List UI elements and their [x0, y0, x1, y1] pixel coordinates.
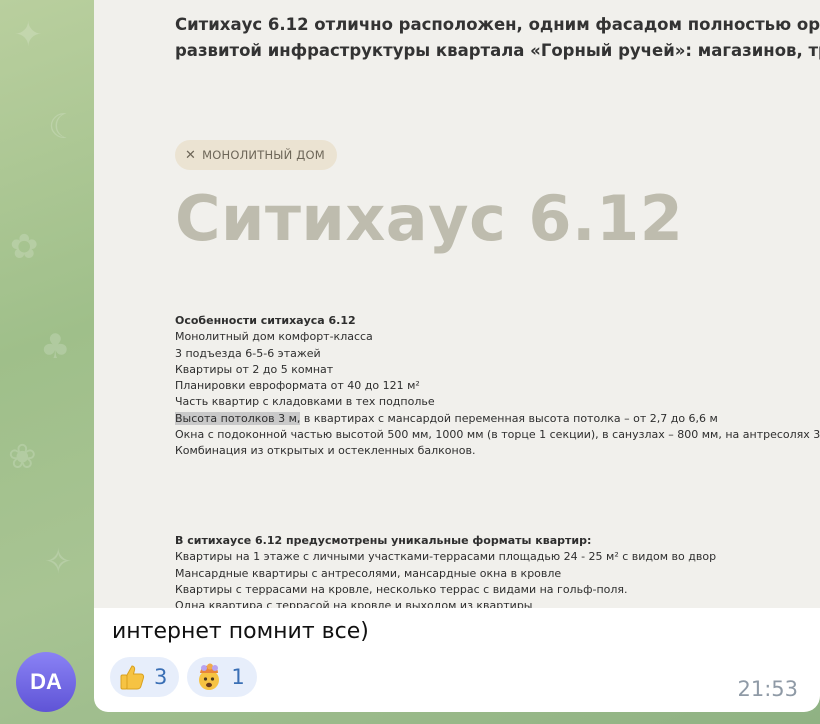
close-x-icon: ✕: [185, 147, 197, 163]
list-item: Мансардные квартиры с антресолями, манса…: [175, 566, 562, 580]
list-item: Квартиры на 1 этаже с личными участками-…: [175, 550, 717, 564]
list-item: Окна с подоконной частью высотой 500 мм,…: [175, 428, 820, 442]
message-time: 21:53: [737, 677, 798, 701]
list-item: Монолитный дом комфорт-класса: [175, 330, 373, 344]
list-item: Планировки евроформата от 40 до 121 м²: [175, 379, 420, 393]
list-item: Часть квартир с кладовками в тех подполь…: [175, 395, 435, 409]
features-heading: Особенности ситихауса 6.12: [175, 314, 356, 327]
wallpaper-doodle: ✦: [14, 15, 43, 55]
formats-heading: В ситихаусе 6.12 предусмотрены уникальны…: [175, 534, 592, 547]
features-list: Особенности ситихауса 6.12 Монолитный до…: [175, 313, 820, 460]
badge-label: МОНОЛИТНЫЙ ДОМ: [202, 148, 325, 162]
exploding-head-icon: [195, 663, 223, 691]
reaction-exploding-head[interactable]: 1: [187, 657, 257, 697]
message-text: интернет помнит все): [112, 619, 369, 644]
list-item: Высота потолков 3 м, в квартирах с манса…: [175, 411, 820, 427]
list-item: Квартиры с террасами на кровле, нескольк…: [175, 582, 628, 596]
reactions-bar: 3 1: [110, 657, 257, 697]
wallpaper-doodle: ❀: [8, 437, 37, 477]
intro-line: развитой инфраструктуры квартала «Горный…: [175, 41, 820, 60]
intro-text: Ситихаус 6.12 отлично расположен, одним …: [175, 12, 820, 64]
wallpaper-doodle: ✧: [44, 542, 73, 582]
list-item: Одна квартира с террасой на кровле и вых…: [175, 599, 533, 608]
formats-list: В ситихаусе 6.12 предусмотрены уникальны…: [175, 533, 716, 608]
thumbs-up-icon: [118, 663, 146, 691]
reaction-count: 1: [231, 665, 245, 689]
list-item: 3 подъезда 6-5-6 этажей: [175, 346, 321, 360]
wallpaper-doodle: ✿: [10, 227, 39, 267]
highlighted-text: Высота потолков 3 м,: [175, 411, 301, 425]
page-title: Ситихаус 6.12: [175, 182, 684, 255]
reaction-thumbs-up[interactable]: 3: [110, 657, 180, 697]
reaction-count: 3: [154, 665, 168, 689]
building-type-badge: ✕ МОНОЛИТНЫЙ ДОМ: [175, 140, 337, 170]
list-item: Комбинация из открытых и остекленных бал…: [175, 444, 476, 458]
avatar[interactable]: DA: [16, 652, 76, 712]
list-item-text: в квартирах с мансардой переменная высот…: [300, 411, 718, 425]
message-bubble[interactable]: Ситихаус 6.12 отлично расположен, одним …: [94, 0, 820, 712]
wallpaper-doodle: ♣: [40, 327, 71, 367]
intro-line: Ситихаус 6.12 отлично расположен, одним …: [175, 15, 820, 34]
attached-screenshot[interactable]: Ситихаус 6.12 отлично расположен, одним …: [94, 0, 820, 608]
wallpaper-doodle: ☾: [48, 107, 79, 147]
avatar-initials: DA: [30, 669, 62, 694]
list-item: Квартиры от 2 до 5 комнат: [175, 362, 334, 376]
